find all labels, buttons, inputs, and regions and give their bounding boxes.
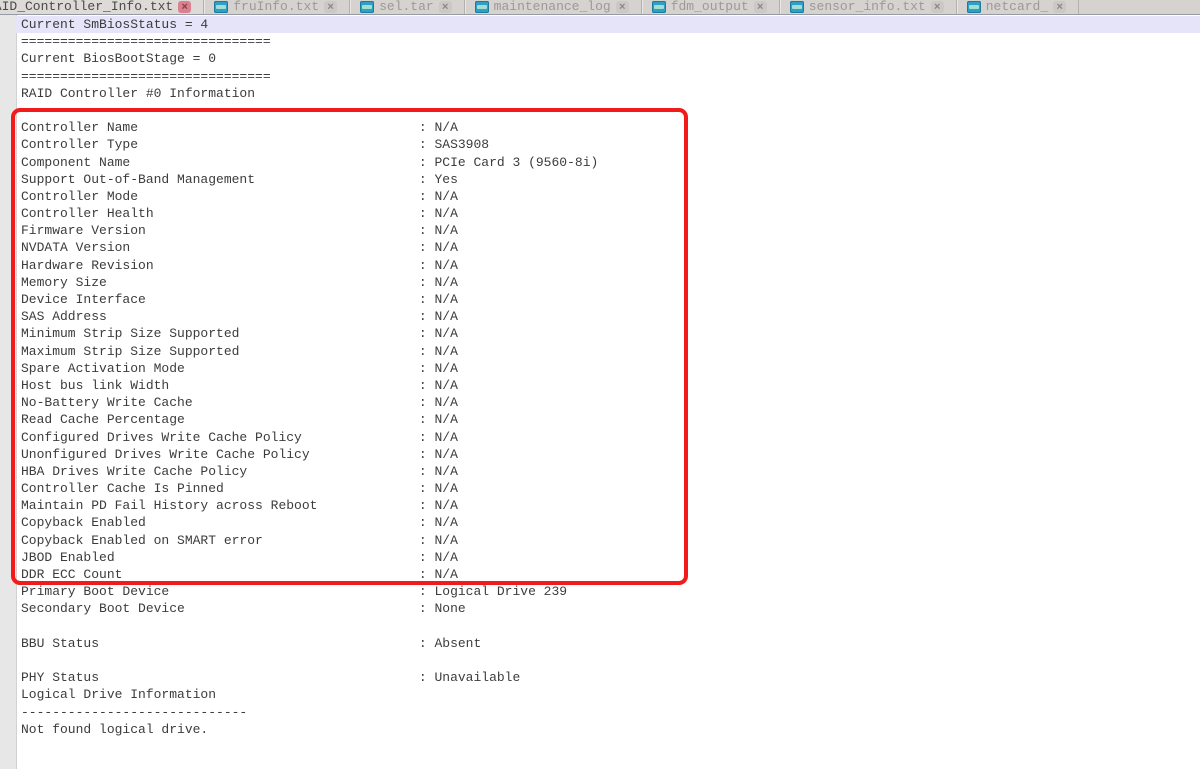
text-line: ================================ [21,68,1200,85]
tab-label: fruInfo.txt [233,0,319,13]
close-icon[interactable]: × [931,1,944,13]
kv-line: HBA Drives Write Cache Policy : N/A [21,463,1200,480]
editor-gutter [0,15,17,769]
kv-line: Configured Drives Write Cache Policy : N… [21,429,1200,446]
kv-line: Primary Boot Device : Logical Drive 239 [21,583,1200,600]
tab-label: maintenance_log [494,0,611,13]
text-line: Current SmBiosStatus = 4 [16,16,1200,33]
kv-line: DDR ECC Count : N/A [21,566,1200,583]
text-line: Current BiosBootStage = 0 [21,50,1200,67]
close-icon[interactable]: × [178,1,191,13]
text-line: Not found logical drive. [21,721,1200,738]
tab-fruinfo-txt[interactable]: fruInfo.txt × [204,0,350,14]
close-icon[interactable]: × [754,1,767,13]
kv-line: Controller Cache Is Pinned : N/A [21,480,1200,497]
kv-line: Copyback Enabled on SMART error : N/A [21,532,1200,549]
kv-line: Secondary Boot Device : None [21,600,1200,617]
kv-line: Controller Type : SAS3908 [21,136,1200,153]
close-icon[interactable]: × [1053,1,1066,13]
kv-line: Unonfigured Drives Write Cache Policy : … [21,446,1200,463]
kv-line: No-Battery Write Cache : N/A [21,394,1200,411]
text-editor-area[interactable]: Current SmBiosStatus = 4================… [0,15,1200,769]
tab-label: RAID_Controller_Info.txt [0,0,173,13]
kv-line: Maximum Strip Size Supported : N/A [21,343,1200,360]
file-icon [360,1,374,13]
tab-sel-tar[interactable]: sel.tar × [350,0,465,14]
kv-line: Spare Activation Mode : N/A [21,360,1200,377]
tab-netcard[interactable]: netcard_ × [957,0,1079,14]
close-icon[interactable]: × [616,1,629,13]
tab-fdm-output[interactable]: fdm_output × [642,0,780,14]
kv-line: JBOD Enabled : N/A [21,549,1200,566]
kv-line: Component Name : PCIe Card 3 (9560-8i) [21,154,1200,171]
file-icon [214,1,228,13]
kv-line: Controller Health : N/A [21,205,1200,222]
text-line: ================================ [21,33,1200,50]
tab-label: sensor_info.txt [809,0,926,13]
text-line: ----------------------------- [21,704,1200,721]
close-icon[interactable]: × [324,1,337,13]
tab-bar: RAID_Controller_Info.txt×fruInfo.txt×sel… [0,0,1200,15]
file-icon [475,1,489,13]
kv-line: NVDATA Version : N/A [21,239,1200,256]
tab-maintenance-log[interactable]: maintenance_log × [465,0,642,14]
kv-line: SAS Address : N/A [21,308,1200,325]
text-line: RAID Controller #0 Information [21,85,1200,102]
kv-line: Firmware Version : N/A [21,222,1200,239]
tab-label: fdm_output [671,0,749,13]
kv-line: Copyback Enabled : N/A [21,514,1200,531]
kv-line: Memory Size : N/A [21,274,1200,291]
file-icon [652,1,666,13]
editor-lines: Current SmBiosStatus = 4================… [16,16,1200,738]
kv-line: Support Out-of-Band Management : Yes [21,171,1200,188]
kv-line: Minimum Strip Size Supported : N/A [21,325,1200,342]
close-icon[interactable]: × [439,1,452,13]
tab-label: netcard_ [986,0,1048,13]
kv-line: Maintain PD Fail History across Reboot :… [21,497,1200,514]
text-line: Logical Drive Information [21,686,1200,703]
kv-line: Device Interface : N/A [21,291,1200,308]
kv-line: Controller Mode : N/A [21,188,1200,205]
kv-line: Host bus link Width : N/A [21,377,1200,394]
file-icon [967,1,981,13]
kv-line: Hardware Revision : N/A [21,257,1200,274]
file-icon [790,1,804,13]
blank-line [21,102,1200,119]
tab-sensor-info-txt[interactable]: sensor_info.txt × [780,0,957,14]
kv-line: Read Cache Percentage : N/A [21,411,1200,428]
kv-line: Controller Name : N/A [21,119,1200,136]
blank-line [21,618,1200,635]
kv-line: BBU Status : Absent [21,635,1200,652]
tab-raid-controller-info-txt[interactable]: RAID_Controller_Info.txt × [0,0,204,14]
tab-label: sel.tar [379,0,434,13]
blank-line [21,652,1200,669]
kv-line: PHY Status : Unavailable [21,669,1200,686]
